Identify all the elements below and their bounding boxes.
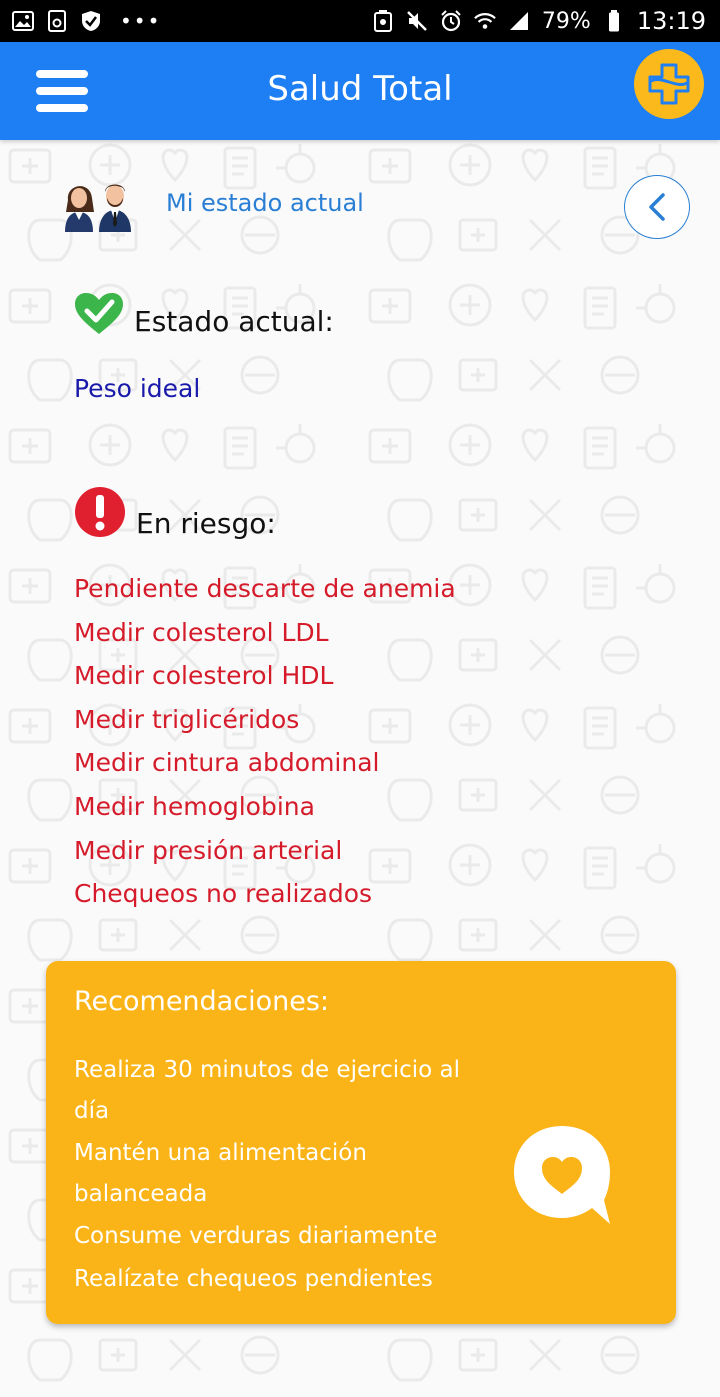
shield-icon xyxy=(80,10,102,32)
app-bar: Salud Total xyxy=(0,42,720,140)
chevron-left-icon xyxy=(649,193,665,221)
risk-item: Medir cintura abdominal xyxy=(74,748,380,778)
recycle-icon xyxy=(372,10,394,32)
back-button[interactable] xyxy=(624,175,690,239)
risk-header: En riesgo: xyxy=(74,486,276,538)
risk-item: Medir hemoglobina xyxy=(74,791,315,821)
status-bar-left: ••• xyxy=(12,10,161,32)
risk-item: Pendiente descarte de anemia xyxy=(74,574,456,603)
app-title: Salud Total xyxy=(267,69,453,109)
couple-avatar-icon xyxy=(65,184,131,232)
recommendations-title: Recomendaciones: xyxy=(74,986,329,1017)
recommendation-item: Realiza 30 minutos de ejercicio al día xyxy=(74,1057,461,1124)
risk-item: Medir colesterol HDL xyxy=(74,661,334,691)
profile-status-link[interactable]: Mi estado actual xyxy=(166,189,426,217)
current-status-value: Peso ideal xyxy=(74,374,201,403)
alert-circle-icon xyxy=(75,487,125,537)
recommendations-card: Recomendaciones: Realiza 30 minutos de e… xyxy=(46,961,676,1324)
recommendation-item: Mantén una alimentación balanceada xyxy=(74,1140,367,1207)
battery-icon xyxy=(603,10,625,32)
mute-icon xyxy=(406,10,428,32)
risk-item: Medir colesterol LDL xyxy=(74,617,329,647)
battery-percentage: 79% xyxy=(541,8,591,34)
risk-item: Medir presión arterial xyxy=(74,835,343,865)
risk-item: Chequeos no realizados xyxy=(74,879,373,909)
current-status-header: Estado actual: xyxy=(74,292,334,336)
risk-list: Pendiente descarte de anemia Medir coles… xyxy=(74,572,456,921)
heart-chat-bubble-icon xyxy=(514,1126,610,1224)
recommendation-item: Consume verduras diariamente xyxy=(74,1223,438,1249)
current-status-heading: Estado actual: xyxy=(134,305,334,338)
recommendations-list: Realiza 30 minutos de ejercicio al día M… xyxy=(74,1050,494,1301)
gallery-icon xyxy=(12,10,34,32)
alarm-icon xyxy=(440,10,462,32)
more-notifications-icon: ••• xyxy=(120,9,162,33)
status-bar-right: 79% 13:19 xyxy=(372,7,706,35)
recommendation-item: Realízate chequeos pendientes xyxy=(74,1265,433,1292)
heart-check-icon xyxy=(75,293,123,334)
wifi-icon xyxy=(474,10,496,32)
signal-icon xyxy=(508,10,530,32)
clock: 13:19 xyxy=(636,7,706,35)
risk-item: Medir triglicéridos xyxy=(74,704,300,734)
risk-heading: En riesgo: xyxy=(136,507,276,540)
sim-icon xyxy=(46,10,68,32)
status-bar: ••• 79% 13:19 xyxy=(0,0,720,42)
main-content: Mi estado actual Estado actual: Peso ide… xyxy=(0,140,720,1397)
medical-cross-logo-icon[interactable] xyxy=(634,49,704,119)
profile-row: Mi estado actual xyxy=(62,178,364,232)
